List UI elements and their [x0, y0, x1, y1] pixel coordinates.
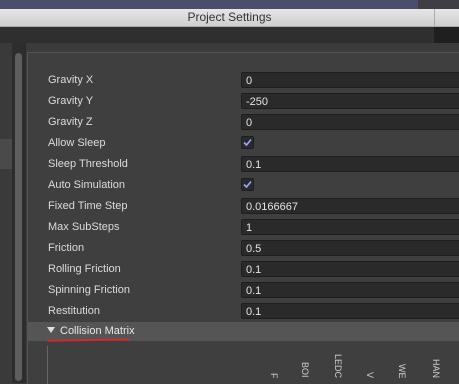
checkmark-icon	[243, 180, 252, 189]
matrix-column-header: BOI	[300, 362, 310, 378]
property-input[interactable]: 0.1	[241, 156, 459, 172]
property-input[interactable]: 0.1	[241, 282, 459, 298]
property-label: Auto Simulation	[48, 179, 126, 191]
property-input[interactable]: 0.1	[241, 261, 459, 277]
titlebar-divider	[434, 9, 435, 26]
property-label: Allow Sleep	[48, 137, 106, 149]
property-input[interactable]: 0	[241, 114, 459, 130]
matrix-column-header: F	[269, 372, 279, 379]
property-checkbox[interactable]	[241, 136, 254, 149]
property-input[interactable]: 0.0166667	[241, 198, 459, 214]
matrix-column-header: HAN	[431, 358, 441, 378]
window-titlebar[interactable]: Project Settings	[0, 9, 459, 27]
property-label: Sleep Threshold	[48, 158, 128, 170]
property-label: Fixed Time Step	[48, 200, 128, 212]
property-label: Gravity Y	[48, 95, 94, 107]
collision-matrix: F BOI LEDC V WE HAN	[47, 342, 459, 384]
property-row: Gravity X 0	[28, 70, 459, 91]
property-row: Allow Sleep	[28, 133, 459, 154]
toolbar-edge	[434, 27, 459, 43]
physics-settings-panel: Gravity X 0 Gravity Y -250 Gravity Z 0 Allow S…	[27, 52, 459, 384]
collision-matrix-title: Collision Matrix	[60, 325, 135, 337]
matrix-column-header: WE	[397, 363, 407, 379]
vertical-scrollbar[interactable]	[15, 53, 22, 381]
collision-matrix-header[interactable]: Collision Matrix	[28, 322, 459, 342]
property-row: Restitution 0.1	[28, 301, 459, 322]
property-row: Gravity Z 0	[28, 112, 459, 133]
matrix-column-header: V	[365, 371, 375, 378]
property-input[interactable]: 1	[241, 219, 459, 235]
property-checkbox[interactable]	[241, 178, 254, 191]
matrix-column-header: LEDC	[333, 353, 343, 378]
matrix-left-border	[47, 346, 48, 384]
toolbar	[0, 27, 459, 43]
category-list[interactable]	[0, 43, 12, 383]
property-row: Fixed Time Step 0.0166667	[28, 196, 459, 217]
property-label: Gravity X	[48, 74, 94, 86]
property-label: Friction	[48, 242, 85, 254]
desktop-strip	[0, 0, 459, 9]
caret-down-icon[interactable]	[47, 327, 55, 334]
property-row: Rolling Friction 0.1	[28, 259, 459, 280]
property-label: Gravity Z	[48, 116, 93, 128]
property-label: Max SubSteps	[48, 221, 120, 233]
property-row: Auto Simulation	[28, 175, 459, 196]
property-label: Spinning Friction	[48, 284, 130, 296]
property-row: Spinning Friction 0.1	[28, 280, 459, 301]
property-row: Gravity Y -250	[28, 91, 459, 112]
checkmark-icon	[243, 138, 252, 147]
property-input[interactable]: 0.5	[241, 240, 459, 256]
property-input[interactable]: 0	[241, 72, 459, 88]
property-label: Rolling Friction	[48, 263, 121, 275]
property-row: Sleep Threshold 0.1	[28, 154, 459, 175]
property-label: Restitution	[48, 305, 100, 317]
category-list-selected-item[interactable]	[0, 139, 12, 169]
property-input[interactable]: -250	[241, 93, 459, 109]
property-input[interactable]: 0.1	[241, 303, 459, 319]
property-row: Max SubSteps 1	[28, 217, 459, 238]
window-title: Project Settings	[187, 10, 272, 24]
property-row: Friction 0.5	[28, 238, 459, 259]
desktop-strip-edge	[418, 0, 459, 9]
